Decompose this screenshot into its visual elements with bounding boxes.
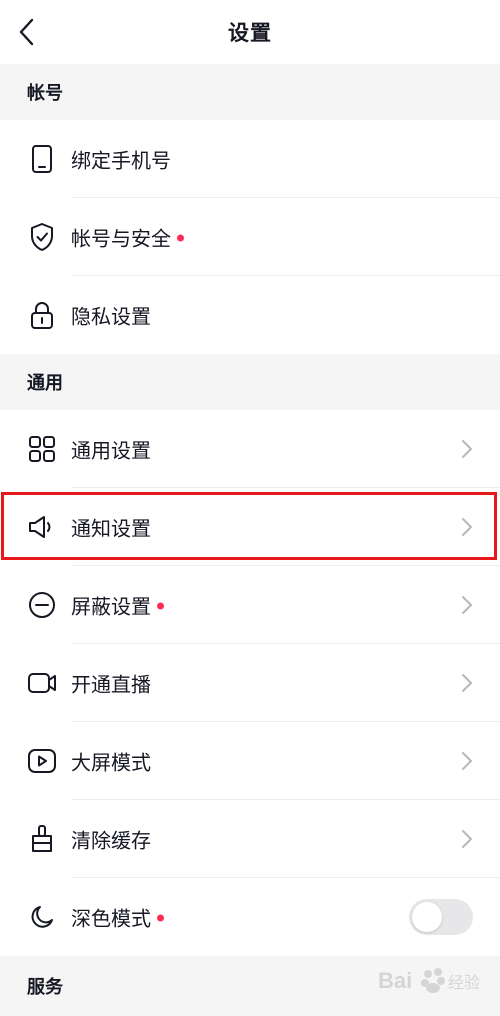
row-label: 绑定手机号 xyxy=(71,148,171,173)
notification-dot xyxy=(157,602,164,610)
row-block-settings[interactable]: 屏蔽设置 xyxy=(0,566,500,644)
row-open-live[interactable]: 开通直播 xyxy=(0,644,500,722)
row-label: 通用设置 xyxy=(71,438,151,463)
row-label: 深色模式 xyxy=(71,903,164,932)
row-label: 屏蔽设置 xyxy=(71,591,164,620)
chevron-right-icon xyxy=(462,830,472,848)
row-label: 开通直播 xyxy=(71,672,151,697)
row-label: 大屏模式 xyxy=(71,750,151,775)
section-header-general: 通用 xyxy=(0,354,500,410)
chevron-right-icon xyxy=(462,440,472,458)
broom-icon xyxy=(27,824,57,854)
chevron-right-icon xyxy=(462,596,472,614)
row-notification-settings[interactable]: 通知设置 xyxy=(0,488,500,566)
row-bind-phone[interactable]: 绑定手机号 xyxy=(0,120,500,198)
grid-icon xyxy=(27,434,57,464)
chevron-right-icon xyxy=(462,752,472,770)
toggle-knob xyxy=(412,902,442,932)
row-general-settings[interactable]: 通用设置 xyxy=(0,410,500,488)
dark-mode-toggle[interactable] xyxy=(409,899,473,935)
speaker-icon xyxy=(27,512,57,542)
video-camera-icon xyxy=(27,668,57,698)
row-dark-mode[interactable]: 深色模式 xyxy=(0,878,500,956)
section-header-account: 帐号 xyxy=(0,64,500,120)
lock-icon xyxy=(27,300,57,330)
chevron-right-icon xyxy=(462,674,472,692)
section-header-service: 服务 xyxy=(0,956,500,1016)
row-privacy[interactable]: 隐私设置 xyxy=(0,276,500,354)
phone-icon xyxy=(27,144,57,174)
top-bar: 设置 xyxy=(0,0,500,64)
page-title: 设置 xyxy=(228,21,272,45)
play-screen-icon xyxy=(27,746,57,776)
back-button[interactable] xyxy=(10,14,44,50)
shield-check-icon xyxy=(27,222,57,252)
moon-icon xyxy=(27,902,57,932)
notification-dot xyxy=(157,914,164,922)
notification-dot xyxy=(177,234,184,242)
minus-circle-icon xyxy=(27,590,57,620)
row-label: 清除缓存 xyxy=(71,828,151,853)
chevron-left-icon xyxy=(19,18,34,46)
row-label: 通知设置 xyxy=(71,516,151,541)
row-account-security[interactable]: 帐号与安全 xyxy=(0,198,500,276)
row-clear-cache[interactable]: 清除缓存 xyxy=(0,800,500,878)
row-big-screen-mode[interactable]: 大屏模式 xyxy=(0,722,500,800)
chevron-right-icon xyxy=(462,518,472,536)
row-label: 隐私设置 xyxy=(71,304,151,329)
row-label: 帐号与安全 xyxy=(71,223,184,252)
